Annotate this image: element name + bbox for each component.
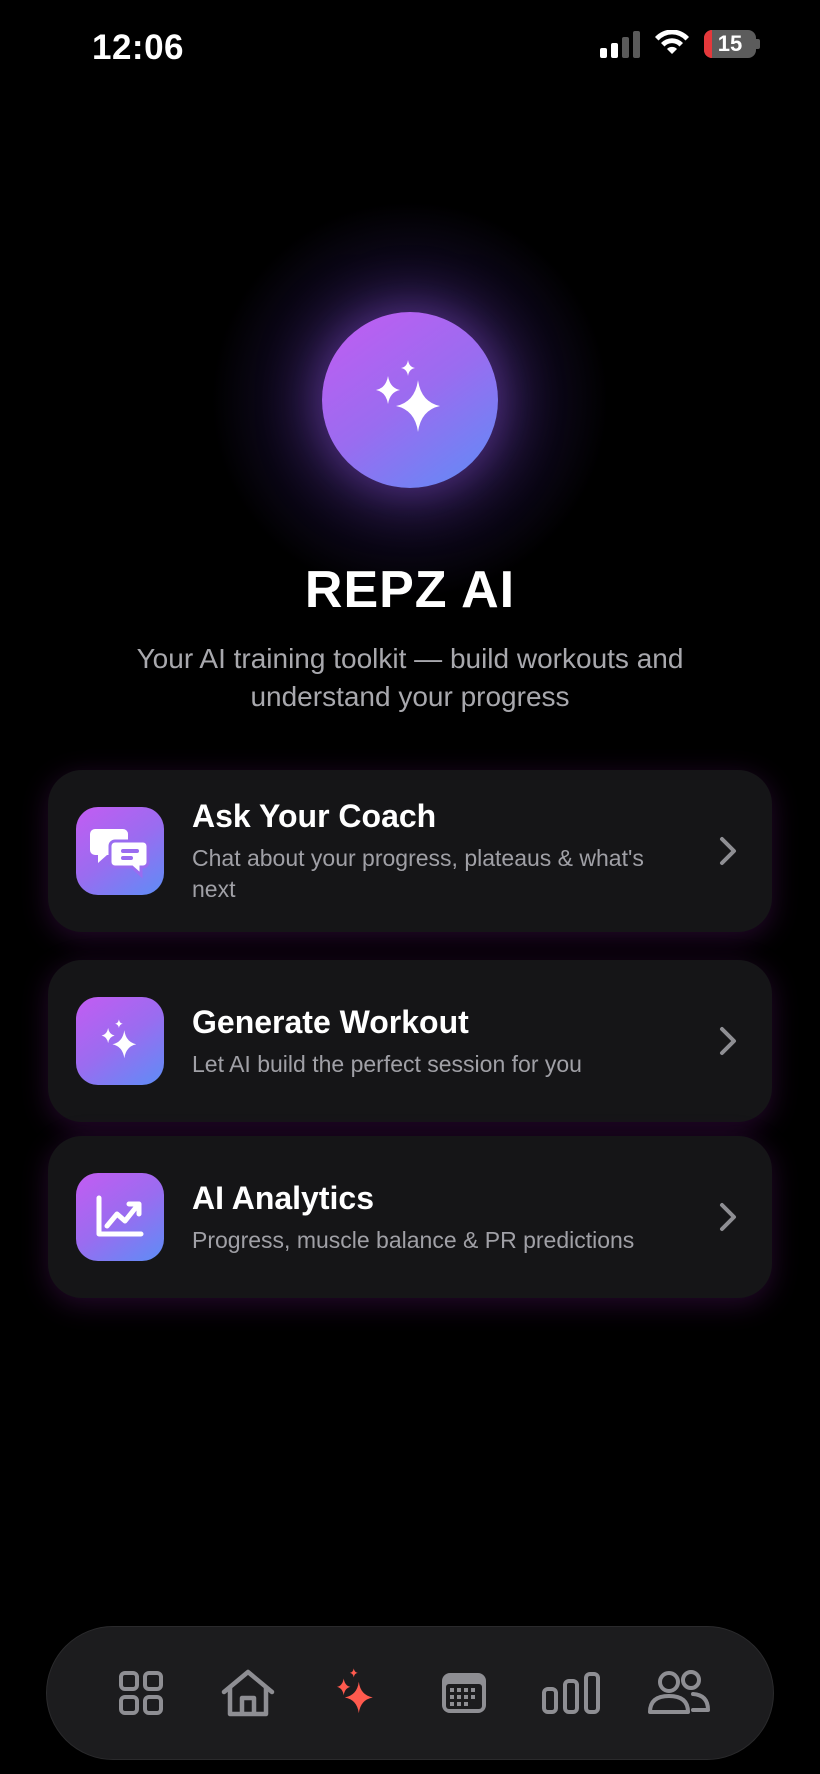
generate-workout-card[interactable]: Generate Workout Let AI build the perfec… [48, 960, 772, 1122]
ask-coach-card[interactable]: Ask Your Coach Chat about your progress,… [48, 770, 772, 932]
card-title: AI Analytics [192, 1179, 374, 1216]
bar-chart-icon [542, 1672, 601, 1714]
card-description: Let AI build the perfect session for you [192, 1050, 582, 1077]
tab-ai[interactable] [316, 1653, 396, 1733]
grid-icon [118, 1671, 163, 1715]
tab-home[interactable] [208, 1653, 288, 1733]
ai-screen: 12:06 15 REPZ AI Your AI training toolki… [0, 0, 820, 1774]
sparkles-icon [337, 1668, 373, 1714]
trend-chart-icon [96, 1195, 144, 1237]
chat-bubbles-icon [90, 829, 150, 879]
status-time: 12:06 [92, 28, 185, 67]
page-title: REPZ AI [304, 561, 516, 619]
tab-dashboard[interactable] [101, 1653, 181, 1733]
tab-calendar[interactable] [424, 1653, 504, 1733]
chevron-right-icon [714, 1197, 742, 1237]
tab-bar [46, 1626, 774, 1760]
chevron-right-icon [714, 831, 742, 871]
battery-level: 15 [717, 31, 743, 56]
tab-stats[interactable] [531, 1653, 611, 1733]
ask-coach-icon-tile [76, 807, 164, 895]
wifi-icon [655, 30, 689, 54]
card-description: Chat about your progress, plateaus & wha… [192, 845, 644, 902]
ai-analytics-card[interactable]: AI Analytics Progress, muscle balance & … [48, 1136, 772, 1298]
chevron-right-icon [714, 1021, 742, 1061]
home-icon [222, 1669, 275, 1717]
hero-badge [322, 312, 498, 488]
signal-icon [600, 30, 640, 58]
card-title: Generate Workout [192, 1003, 469, 1040]
card-title: Ask Your Coach [192, 798, 437, 834]
tab-social[interactable] [639, 1653, 719, 1733]
sparkles-icon [101, 1019, 137, 1059]
calendar-icon [441, 1673, 486, 1713]
card-description: Progress, muscle balance & PR prediction… [192, 1226, 635, 1253]
people-icon [648, 1670, 711, 1714]
generate-workout-icon-tile [76, 997, 164, 1085]
status-icons: 15 [600, 30, 760, 58]
battery-icon: 15 [704, 30, 760, 58]
page-subtitle: Your AI training toolkit — build workout… [136, 643, 684, 712]
ai-analytics-icon-tile [76, 1173, 164, 1261]
sparkles-icon [376, 360, 440, 432]
status-bar: 12:06 15 [0, 0, 820, 100]
